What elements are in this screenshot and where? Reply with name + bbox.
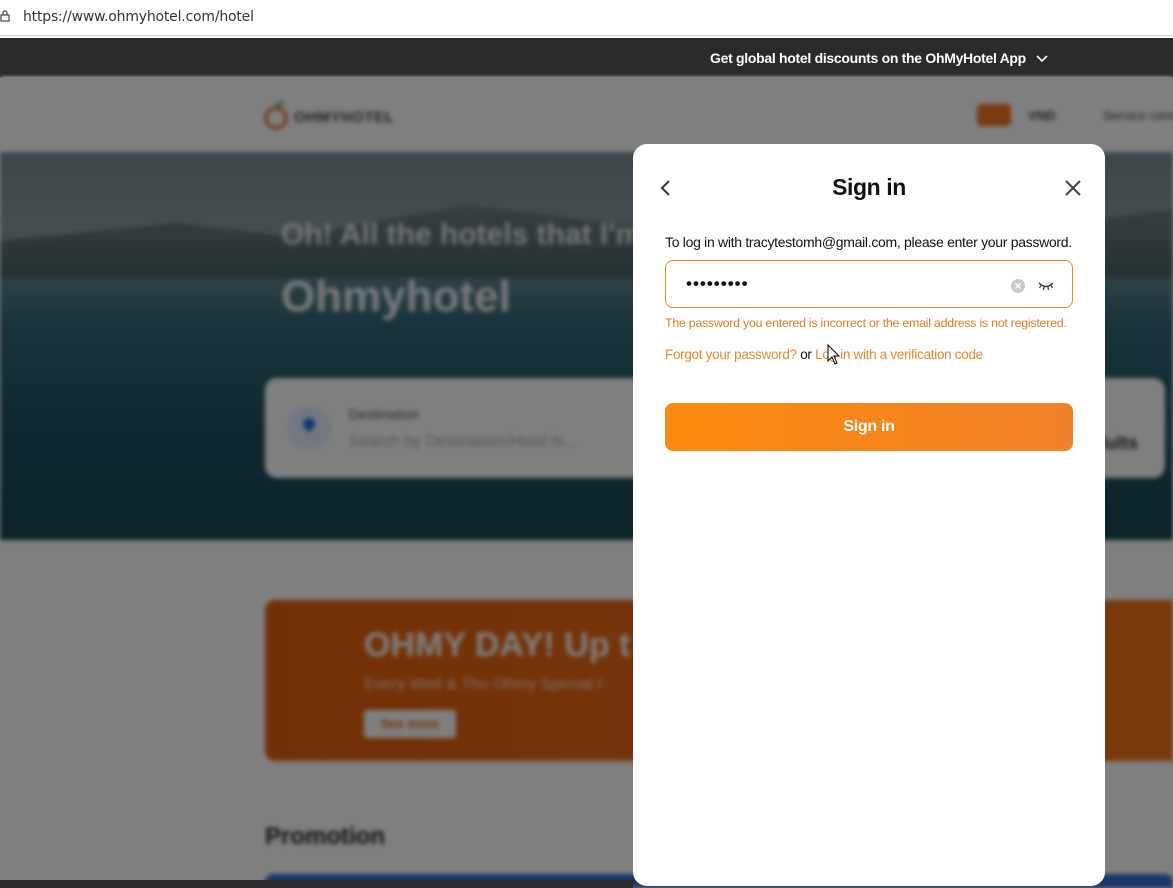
eye-closed-icon[interactable] — [1037, 280, 1055, 292]
sign-in-button[interactable]: Sign in — [665, 403, 1073, 451]
lock-icon — [0, 10, 10, 22]
or-text: or — [800, 347, 812, 362]
password-value[interactable]: ••••••••• — [686, 274, 749, 294]
app-promo-link[interactable]: Get global hotel discounts on the OhMyHo… — [710, 50, 1048, 66]
password-field[interactable]: ••••••••• — [665, 260, 1073, 308]
browser-address-bar[interactable]: https://www.ohmyhotel.com/hotel — [0, 0, 1173, 36]
app-promo-bar: Get global hotel discounts on the OhMyHo… — [0, 38, 1173, 78]
help-links: Forgot your password? or Log in with a v… — [665, 347, 983, 362]
chevron-down-icon — [1035, 55, 1048, 63]
error-message: The password you entered is incorrect or… — [665, 316, 1067, 330]
clear-input-icon[interactable] — [1011, 279, 1025, 293]
forgot-password-link[interactable]: Forgot your password? — [665, 347, 797, 362]
mouse-cursor-icon — [827, 344, 841, 365]
url-text[interactable]: https://www.ohmyhotel.com/hotel — [23, 9, 254, 25]
close-icon[interactable] — [1063, 178, 1083, 198]
bottom-edge — [0, 880, 633, 888]
app-promo-text: Get global hotel discounts on the OhMyHo… — [710, 50, 1026, 66]
modal-title: Sign in — [832, 174, 906, 200]
sign-in-modal: Sign in To log in with tracytestomh@gmai… — [633, 144, 1105, 886]
login-instruction: To log in with tracytestomh@gmail.com, p… — [665, 234, 1072, 250]
